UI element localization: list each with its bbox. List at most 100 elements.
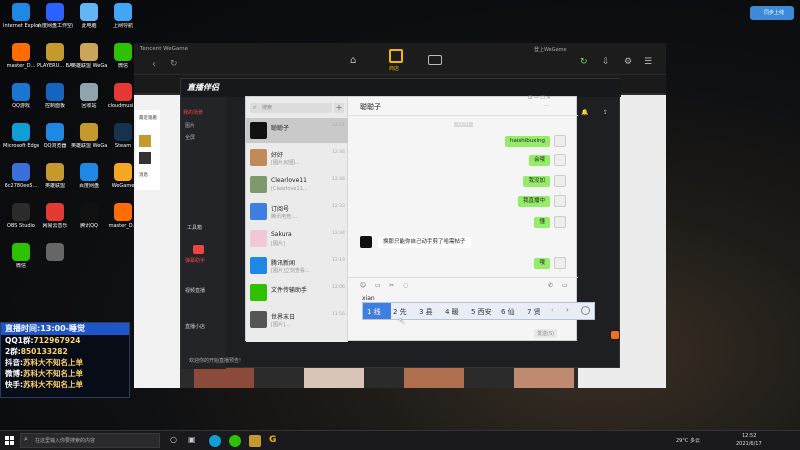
app-icon	[46, 203, 64, 221]
desktop-icon[interactable]: 上网导航	[105, 3, 141, 29]
desktop-icon[interactable]: 此电脑	[71, 3, 107, 29]
refresh-icon[interactable]: ↻	[170, 59, 178, 69]
menu-icon[interactable]: ☰	[644, 57, 652, 67]
back-icon[interactable]: ‹	[152, 59, 156, 70]
edge-taskbar-icon[interactable]	[209, 435, 221, 447]
desktop-icon[interactable]: master_D...	[3, 43, 39, 69]
video-call-icon[interactable]: ▭	[562, 282, 568, 289]
taskbar-search[interactable]: 在这里输入你要搜索的内容	[20, 433, 160, 448]
ime-candidate-bar: 1 线 2 先 3 县 4 暖 5 西安 6 仙 7 贤 ‹ ›	[362, 302, 595, 320]
desktop-icon-label: Internet Explorer	[3, 23, 39, 29]
game-thumb[interactable]	[139, 135, 151, 147]
ime-candidate[interactable]: 2 先	[393, 307, 407, 317]
ime-settings-icon[interactable]	[581, 306, 590, 315]
desktop-icon[interactable]: 百度网盘工作空间	[37, 3, 73, 29]
contact-item[interactable]: 聪聪子 12:51	[246, 118, 348, 143]
window-controls[interactable]: ⊡ — ☐ ✕	[528, 95, 551, 101]
folder-icon[interactable]: ▭	[375, 282, 381, 289]
desktop-icon[interactable]: 控制面板	[37, 83, 73, 109]
ime-candidate[interactable]: 3 县	[419, 307, 433, 317]
search-input[interactable]: 搜索	[250, 103, 332, 113]
media-icon[interactable]	[428, 55, 442, 65]
desktop-icon[interactable]: 英雄联盟 WeGame版	[71, 43, 107, 69]
contact-item[interactable]: 订阅号 腾讯电竞:... 12:33	[246, 199, 348, 224]
scene-fullscreen[interactable]: 全屏	[185, 134, 195, 141]
share-icon[interactable]: ⇪	[603, 109, 608, 116]
home-icon[interactable]: ⌂	[350, 55, 356, 66]
add-chat-button[interactable]: +	[334, 103, 344, 113]
desktop-icon[interactable]: 百度网盘	[71, 163, 107, 189]
contact-item[interactable]: Clearlove11 [Clearlove11... 12:46	[246, 172, 348, 197]
desktop-icon[interactable]: Microsoft Edge	[3, 123, 39, 149]
store-icon[interactable]	[389, 49, 403, 63]
start-live-button[interactable]	[611, 331, 619, 339]
clock-time[interactable]: 12:52	[742, 433, 756, 439]
wegame-taskbar-icon[interactable]: G	[269, 435, 281, 447]
desktop-icon[interactable]: 英雄联盟 WeGame版	[71, 123, 107, 149]
tab-my-scene[interactable]: 我的场景	[183, 109, 203, 116]
ime-candidate[interactable]: 7 贤	[527, 307, 541, 317]
live-shop[interactable]: 直播小店	[185, 323, 205, 330]
desktop-icon[interactable]	[37, 243, 73, 263]
ime-prev-icon[interactable]: ‹	[551, 306, 554, 314]
ime-candidate[interactable]: 6 仙	[501, 307, 515, 317]
wegame-header: Tencent WeGame ‹ ↻ ⌂ 商店 登上WeGame ↻ ⇩ ⚙ ☰	[134, 43, 666, 75]
more-icon[interactable]: ···	[544, 103, 549, 109]
sync-icon[interactable]: ↻	[580, 57, 588, 67]
game-thumb[interactable]	[139, 152, 151, 164]
overlay-value: 苏科大不知名上单	[23, 380, 83, 389]
ime-candidate[interactable]: 1 线	[367, 307, 381, 317]
contact-item[interactable]: 文件传输助手 12:06	[246, 280, 348, 305]
toolbox[interactable]: 工具箱	[187, 224, 202, 231]
cortana-icon[interactable]: ○	[170, 435, 177, 444]
desktop-icon[interactable]: 微信	[3, 243, 39, 269]
desktop-icon[interactable]: 回收站	[71, 83, 107, 109]
app-icon	[46, 243, 64, 261]
champion-card[interactable]	[514, 365, 574, 388]
ime-candidate[interactable]: 5 西安	[471, 307, 492, 317]
task-view-icon[interactable]: ▣	[188, 435, 196, 444]
scissors-icon[interactable]: ✂	[389, 282, 394, 289]
contact-time: 11:56	[332, 312, 345, 317]
desktop-icon[interactable]: OBS Studio	[3, 203, 39, 229]
desktop-icon[interactable]: QQ游戏	[3, 83, 39, 109]
chat-bubble-icon[interactable]: ◌	[403, 282, 408, 289]
phone-icon[interactable]: ✆	[548, 282, 553, 289]
contact-item[interactable]: Sakura [图片] 12:34	[246, 226, 348, 251]
desktop-icon[interactable]: 网易云音乐	[37, 203, 73, 229]
champion-card[interactable]	[404, 365, 464, 388]
ime-next-icon[interactable]: ›	[566, 306, 569, 314]
send-button[interactable]: 发送(S)	[534, 329, 558, 338]
wechat-taskbar-icon[interactable]	[229, 435, 241, 447]
desktop-icon[interactable]: 腾讯QQ	[71, 203, 107, 229]
danmaku-helper[interactable]: 弹幕助手	[185, 257, 205, 264]
ime-candidate[interactable]: 4 暖	[445, 307, 459, 317]
desktop-icon-label: PLAYERU... BATTLEGR...	[37, 63, 73, 69]
message-input[interactable]: xian	[362, 295, 375, 302]
danmaku-icon[interactable]	[193, 245, 204, 254]
champion-card[interactable]	[304, 365, 364, 388]
lol-taskbar-icon[interactable]	[249, 435, 261, 447]
desktop-icon[interactable]: 英雄联盟	[37, 163, 73, 189]
download-icon[interactable]: ⇩	[602, 57, 610, 67]
overlay-key: 抖音:	[5, 358, 23, 367]
bell-icon[interactable]: 🔔	[581, 109, 588, 116]
emoji-icon[interactable]: ☺	[360, 282, 366, 289]
qq-sync-badge[interactable]: 同步上线	[750, 6, 794, 20]
app-icon	[12, 83, 30, 101]
weather[interactable]: 29°C 多云	[676, 437, 700, 444]
scene-image[interactable]: 图片	[185, 122, 195, 129]
desktop-icon[interactable]: Internet Explorer	[3, 3, 39, 29]
search-icon: ⌕	[253, 104, 257, 111]
desktop-icon[interactable]: QQ浏览器	[37, 123, 73, 149]
contact-item[interactable]: 世界末日 [图片]... 11:56	[246, 307, 348, 332]
clock-date[interactable]: 2021/6/17	[736, 441, 762, 447]
desktop-icon[interactable]: PLAYERU... BATTLEGR...	[37, 43, 73, 69]
contact-item[interactable]: 腾讯新闻 [图片]立刻查看... 12:19	[246, 253, 348, 278]
windows-start-icon[interactable]	[5, 436, 14, 445]
settings-icon[interactable]: ⚙	[624, 57, 632, 67]
desktop-icon[interactable]: 6c2780ee5...	[3, 163, 39, 189]
video-live[interactable]: 视频直播	[185, 287, 205, 294]
contact-item[interactable]: 好好 [图片]动图... 12:46	[246, 145, 348, 170]
user-label[interactable]: 登上WeGame	[534, 46, 567, 53]
